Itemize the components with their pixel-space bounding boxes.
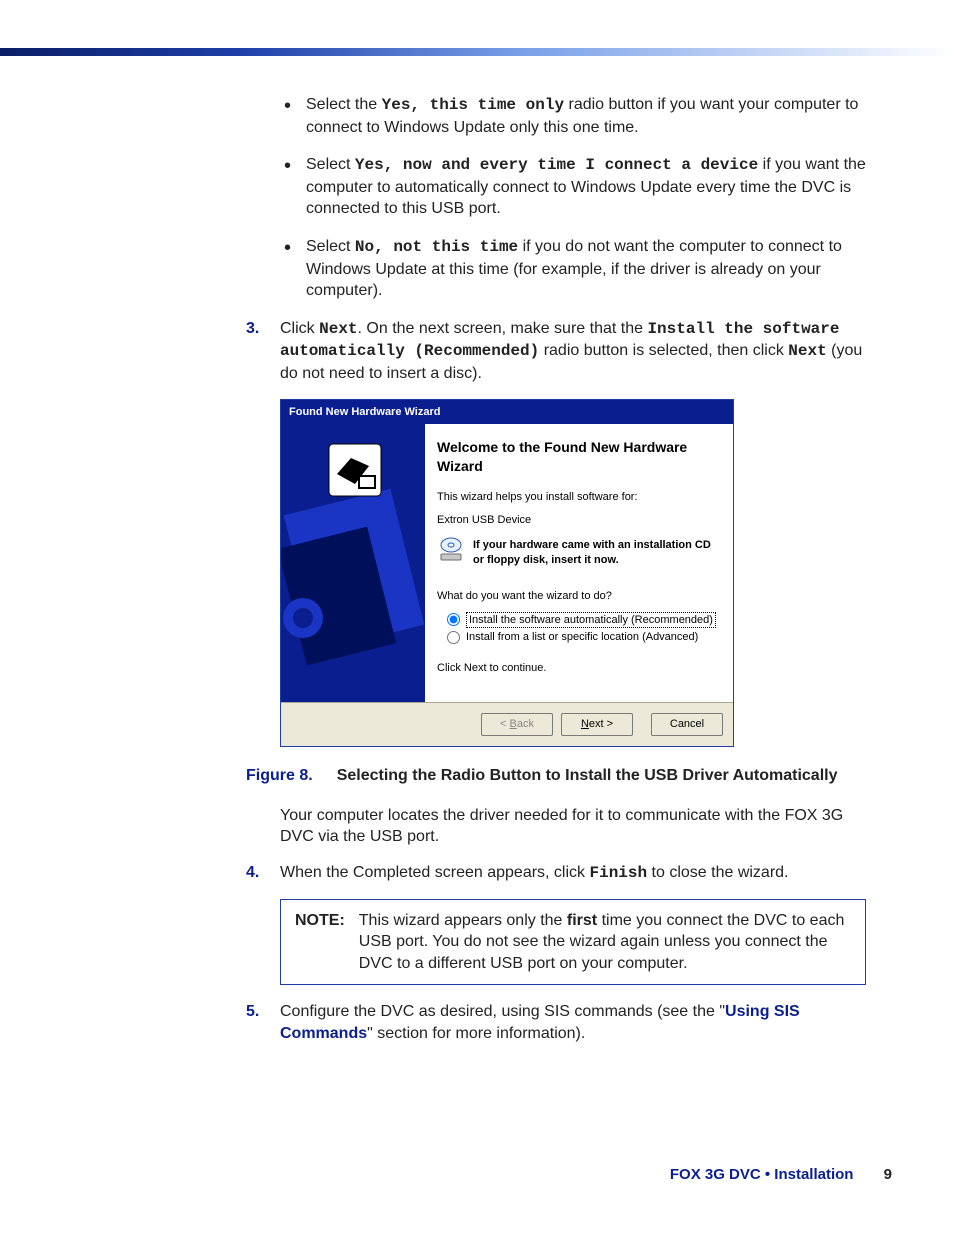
wizard-heading: Welcome to the Found New Hardware Wizard <box>437 438 717 476</box>
text: Select the <box>306 96 382 113</box>
text: When the Completed screen appears, click <box>280 864 589 881</box>
inline-code: Next <box>319 320 357 338</box>
wizard-side-graphic <box>281 424 425 702</box>
page-footer: FOX 3G DVC • Installation 9 <box>670 1165 892 1185</box>
list-item: Select No, not this time if you do not w… <box>278 236 866 302</box>
step-5: 5. Configure the DVC as desired, using S… <box>246 1001 866 1044</box>
step-number: 5. <box>246 1001 259 1023</box>
footer-title: FOX 3G DVC • Installation <box>670 1166 854 1183</box>
wizard-radio-group: Install the software automatically (Reco… <box>447 612 717 646</box>
wizard-cd-hint: If your hardware came with an installati… <box>437 536 717 569</box>
step-number: 3. <box>246 318 259 340</box>
next-button[interactable]: Next > <box>561 713 633 736</box>
text: Select <box>306 238 355 255</box>
wizard-main-panel: Welcome to the Found New Hardware Wizard… <box>425 424 733 702</box>
inline-code: Yes, this time only <box>382 96 564 114</box>
note-text: This wizard appears only the first time … <box>359 910 851 975</box>
radio-input[interactable] <box>447 631 460 644</box>
back-button: < Back <box>481 713 553 736</box>
text: ext > <box>589 718 613 730</box>
option-bullet-list: Select the Yes, this time only radio but… <box>278 94 866 302</box>
page-content: Select the Yes, this time only radio but… <box>246 94 866 1059</box>
step-number: 4. <box>246 862 259 884</box>
wizard-button-row: < Back Next > Cancel <box>281 702 733 746</box>
wizard-continue-text: Click Next to continue. <box>437 661 717 676</box>
text: This wizard appears only the <box>359 912 567 929</box>
header-accent-bar <box>0 48 954 56</box>
wizard-question: What do you want the wizard to do? <box>437 589 717 604</box>
cd-icon <box>437 536 465 569</box>
radio-install-list[interactable]: Install from a list or specific location… <box>447 630 717 645</box>
inline-code: No, not this time <box>355 238 518 256</box>
text-bold: first <box>567 912 597 929</box>
text: . On the next screen, make sure that the <box>358 320 648 337</box>
dialog-title-bar: Found New Hardware Wizard <box>281 400 733 425</box>
wizard-cd-text: If your hardware came with an installati… <box>473 538 717 568</box>
text: " section for more information). <box>367 1025 585 1042</box>
text: Configure the DVC as desired, using SIS … <box>280 1003 725 1020</box>
note-box: NOTE: This wizard appears only the first… <box>280 899 866 986</box>
text: radio button is selected, then click <box>539 342 788 359</box>
page-number: 9 <box>884 1166 892 1183</box>
figure-title: Selecting the Radio Button to Install th… <box>337 767 838 784</box>
note-label: NOTE: <box>295 910 345 932</box>
radio-input[interactable] <box>447 613 460 626</box>
figure-label: Figure 8. <box>246 767 313 784</box>
list-item: Select Yes, now and every time I connect… <box>278 154 866 220</box>
cancel-button[interactable]: Cancel <box>651 713 723 736</box>
inline-code: Next <box>788 342 826 360</box>
step-3: 3. Click Next. On the next screen, make … <box>246 318 866 385</box>
paragraph: Your computer locates the driver needed … <box>280 805 866 848</box>
wizard-intro-text: This wizard helps you install software f… <box>437 490 717 505</box>
text: N <box>581 718 589 730</box>
dialog-body: Welcome to the Found New Hardware Wizard… <box>281 424 733 702</box>
wizard-device-name: Extron USB Device <box>437 513 717 528</box>
text: Select <box>306 156 355 173</box>
text: ack <box>517 718 534 730</box>
inline-code: Finish <box>589 864 647 882</box>
list-item: Select the Yes, this time only radio but… <box>278 94 866 138</box>
text: < <box>500 718 509 730</box>
text: B <box>510 718 517 730</box>
text: to close the wizard. <box>647 864 788 881</box>
radio-install-auto[interactable]: Install the software automatically (Reco… <box>447 612 717 629</box>
radio-label: Install the software automatically (Reco… <box>466 612 716 629</box>
step-4: 4. When the Completed screen appears, cl… <box>246 862 866 885</box>
inline-code: Yes, now and every time I connect a devi… <box>355 156 758 174</box>
radio-label: Install from a list or specific location… <box>466 630 698 645</box>
found-new-hardware-wizard: Found New Hardware Wizard <box>280 399 734 748</box>
text: Click <box>280 320 319 337</box>
figure-caption: Figure 8. Selecting the Radio Button to I… <box>246 765 866 787</box>
